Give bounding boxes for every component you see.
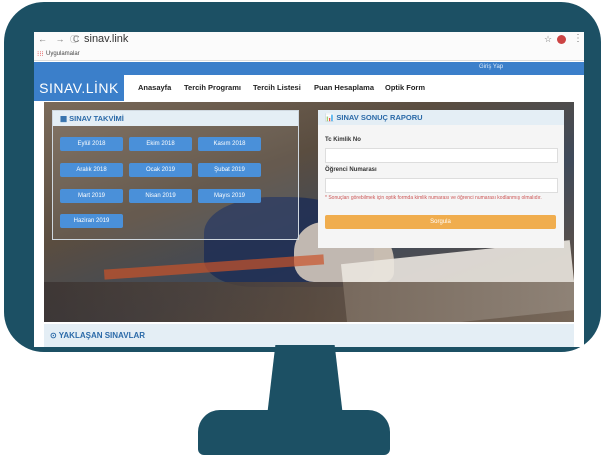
report-note: * Sonuçları görebilmek için optik formda… — [325, 195, 542, 201]
menu-item-anasayfa[interactable]: Anasayfa — [138, 83, 171, 92]
extension-icon[interactable] — [557, 35, 566, 44]
month-button[interactable]: Mart 2019 — [60, 189, 123, 203]
monitor-screen: ← → C ⓘ sinav.link ☆ ⋮ ⁝⁝⁝ Uygulamalar G… — [34, 32, 584, 347]
monitor-base — [198, 410, 390, 455]
menu-item-puan-hesaplama[interactable]: Puan Hesaplama — [314, 83, 374, 92]
upcoming-title: ⊙ YAKLAŞAN SINAVLAR — [50, 331, 146, 340]
menu-item-tercih-listesi[interactable]: Tercih Listesi — [253, 83, 301, 92]
query-button[interactable]: Sorgula — [325, 215, 556, 229]
month-button[interactable]: Mayıs 2019 — [198, 189, 261, 203]
report-title: 📊 SINAV SONUÇ RAPORU — [318, 110, 564, 125]
menu-item-optik-form[interactable]: Optik Form — [385, 83, 425, 92]
month-button[interactable]: Kasım 2018 — [198, 137, 261, 151]
tc-label: Tc Kimlik No — [325, 137, 361, 143]
month-button[interactable]: Eylül 2018 — [60, 137, 123, 151]
exam-calendar-panel: ▦ SINAV TAKVİMİ Eylül 2018 Ekim 2018 Kas… — [52, 110, 299, 240]
calendar-title: ▦ SINAV TAKVİMİ — [53, 111, 298, 126]
month-button[interactable]: Şubat 2019 — [198, 163, 261, 177]
site-logo[interactable]: SINAV.LİNK — [34, 75, 124, 101]
monitor-frame: ← → C ⓘ sinav.link ☆ ⋮ ⁝⁝⁝ Uygulamalar G… — [4, 2, 601, 352]
browser-toolbar: ← → C ⓘ sinav.link ☆ ⋮ — [34, 32, 584, 48]
info-icon[interactable]: ⓘ — [70, 34, 78, 45]
bookmark-apps-label[interactable]: Uygulamalar — [46, 51, 80, 57]
star-icon[interactable]: ☆ — [544, 34, 552, 45]
upcoming-exams-header: ⊙ YAKLAŞAN SINAVLAR — [44, 324, 574, 347]
menu-item-tercih-programi[interactable]: Tercih Programı — [184, 83, 241, 92]
browser-menu-icon[interactable]: ⋮ — [573, 33, 583, 44]
month-button[interactable]: Aralık 2018 — [60, 163, 123, 177]
result-report-panel: 📊 SINAV SONUÇ RAPORU Tc Kimlik No Öğrenc… — [318, 110, 564, 248]
bookmarks-bar: ⁝⁝⁝ Uygulamalar — [34, 48, 584, 61]
month-button[interactable]: Nisan 2019 — [129, 189, 192, 203]
month-button[interactable]: Ekim 2018 — [129, 137, 192, 151]
student-number-input[interactable] — [325, 178, 558, 193]
hero-desk — [44, 282, 574, 322]
tc-input[interactable] — [325, 148, 558, 163]
site-header: SINAV.LİNK Anasayfa Tercih Programı Terc… — [34, 75, 584, 101]
login-link[interactable]: Giriş Yap — [479, 64, 503, 70]
address-bar[interactable]: sinav.link — [84, 33, 128, 45]
apps-icon[interactable]: ⁝⁝⁝ — [37, 50, 44, 58]
month-button[interactable]: Haziran 2019 — [60, 214, 123, 228]
student-number-label: Öğrenci Numarası — [325, 167, 377, 173]
month-button[interactable]: Ocak 2019 — [129, 163, 192, 177]
site-topbar: Giriş Yap — [34, 62, 584, 75]
